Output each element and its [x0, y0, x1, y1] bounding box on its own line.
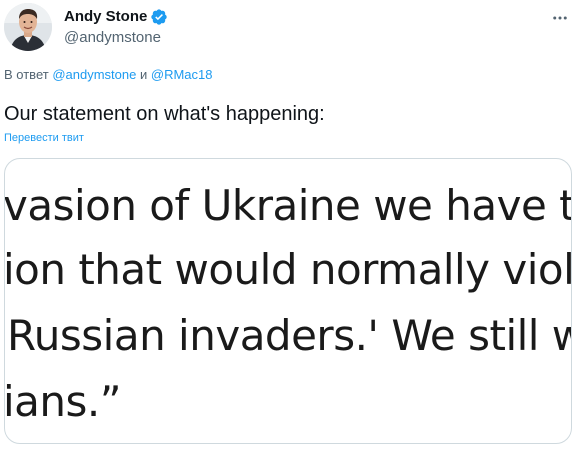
avatar[interactable] [4, 3, 52, 51]
reply-context: В ответ @andymstone и @RMac18 [4, 66, 212, 84]
tweet-media-image[interactable]: vasion of Ukraine we have te ion that wo… [4, 158, 572, 444]
more-options-button[interactable] [549, 7, 571, 29]
media-text-line: vasion of Ukraine we have te [4, 181, 572, 230]
reply-mention-link[interactable]: @andymstone [52, 67, 136, 82]
reply-mention-link[interactable]: @RMac18 [151, 67, 213, 82]
avatar-image [4, 3, 52, 51]
media-text-line: Russian invaders.' We still w [7, 311, 572, 360]
media-text-line: ians.” [4, 377, 122, 426]
reply-conjunction: и [139, 67, 148, 82]
reply-prefix: В ответ [4, 67, 49, 82]
author-handle[interactable]: @andymstone [64, 28, 161, 48]
author-name-row: Andy Stone [64, 7, 168, 27]
translate-tweet-link[interactable]: Перевести твит [4, 130, 84, 146]
verified-badge-icon [150, 8, 168, 26]
more-dots-icon [553, 16, 567, 20]
media-text-line: ion that would normally viol [4, 245, 572, 294]
tweet: Andy Stone @andymstone В ответ @andymsto… [0, 0, 579, 451]
tweet-text: Our statement on what's happening: [4, 103, 325, 125]
author-display-name[interactable]: Andy Stone [64, 7, 147, 27]
